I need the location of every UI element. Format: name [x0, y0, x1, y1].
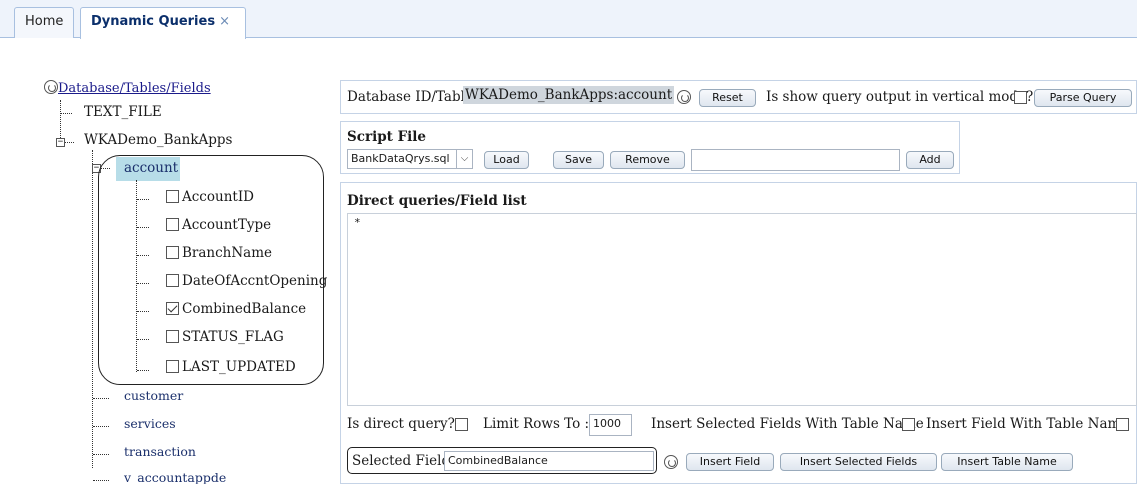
insert-selected-with-table-checkbox[interactable]	[902, 418, 915, 431]
tab-home-label: Home	[25, 14, 64, 29]
direct-query-label: Is direct query?	[347, 416, 455, 432]
field-item[interactable]: CombinedBalance	[166, 301, 306, 317]
tree-node-database[interactable]: WKADemo_BankApps	[84, 132, 232, 148]
vertical-mode-label: Is show query output in vertical mode?	[766, 89, 1034, 105]
save-button[interactable]: Save	[553, 151, 604, 169]
limit-rows-input[interactable]: 1000	[589, 414, 632, 436]
load-button[interactable]: Load	[484, 151, 529, 169]
field-label: STATUS_FLAG	[182, 329, 284, 345]
tree-connector	[60, 100, 61, 142]
tree-connector	[64, 142, 74, 143]
tree-connector	[60, 113, 72, 114]
insert-selected-fields-button[interactable]: Insert Selected Fields	[780, 453, 937, 471]
limit-rows-label: Limit Rows To :	[483, 416, 590, 432]
tree-connector	[137, 370, 149, 371]
field-label: DateOfAccntOpening	[182, 273, 328, 289]
close-icon[interactable]: ×	[219, 14, 230, 29]
field-item[interactable]: AccountType	[166, 217, 271, 233]
tab-dynamic-queries[interactable]: Dynamic Queries ×	[80, 7, 246, 39]
insert-field-with-table-label: Insert Field With Table Name	[926, 416, 1129, 432]
tab-dynamic-queries-label: Dynamic Queries	[91, 14, 216, 29]
tree-node-text-file[interactable]: TEXT_FILE	[84, 104, 162, 120]
insert-table-name-button[interactable]: Insert Table Name	[941, 453, 1073, 471]
script-file-value: BankDataQrys.sql	[351, 152, 450, 165]
direct-queries-title: Direct queries/Field list	[347, 193, 527, 209]
reset-button[interactable]: Reset	[699, 89, 756, 107]
db-table-label: Database ID/Table:	[347, 89, 478, 105]
insert-selected-with-table-label: Insert Selected Fields With Table Name	[651, 416, 924, 432]
field-checkbox[interactable]	[166, 274, 179, 287]
tree-connector	[137, 199, 149, 200]
field-checkbox[interactable]	[166, 246, 179, 259]
field-label: LAST_UPDATED	[182, 359, 296, 375]
db-table-value: WKADemo_BankApps:account	[463, 86, 675, 104]
tree-connector	[137, 339, 149, 340]
chevron-down-icon[interactable]: ⌵	[456, 150, 472, 168]
direct-query-checkbox[interactable]	[455, 418, 468, 431]
vertical-mode-checkbox[interactable]	[1014, 91, 1027, 104]
insert-field-button[interactable]: Insert Field	[686, 453, 774, 471]
collapse-icon[interactable]: −	[56, 138, 65, 147]
refresh-icon[interactable]	[677, 90, 691, 104]
field-checkbox[interactable]	[166, 190, 179, 203]
field-item[interactable]: STATUS_FLAG	[166, 329, 284, 345]
tree-connector	[136, 180, 137, 372]
field-label: AccountID	[182, 189, 254, 205]
tree-connector	[137, 311, 149, 312]
query-textarea[interactable]: *	[347, 213, 1137, 406]
field-item[interactable]: AccountID	[166, 189, 254, 205]
field-checkbox[interactable]	[166, 360, 179, 373]
script-name-input[interactable]	[691, 149, 900, 171]
tree-connector	[137, 283, 149, 284]
db-table-value-text: WKADemo_BankApps:account	[463, 86, 675, 104]
add-button[interactable]: Add	[906, 151, 954, 169]
parse-query-button[interactable]: Parse Query	[1034, 89, 1132, 107]
tree-node-v-account[interactable]: v_accountappde	[124, 470, 226, 484]
tree-connector	[92, 150, 93, 468]
field-label: BranchName	[182, 245, 273, 261]
tree-connector	[137, 255, 149, 256]
selected-field-input[interactable]: CombinedBalance	[444, 451, 654, 471]
field-item[interactable]: DateOfAccntOpening	[166, 273, 327, 289]
field-label: AccountType	[182, 217, 272, 233]
field-label: CombinedBalance	[182, 301, 307, 317]
tree-node-services[interactable]: services	[124, 416, 176, 431]
refresh-icon[interactable]	[664, 455, 678, 469]
field-item[interactable]: LAST_UPDATED	[166, 359, 296, 375]
script-file-select[interactable]: BankDataQrys.sql ⌵	[347, 149, 473, 169]
tree-node-transaction[interactable]: transaction	[124, 444, 196, 459]
field-checkbox[interactable]	[166, 302, 179, 315]
query-text: *	[354, 216, 361, 229]
tree-connector	[137, 227, 149, 228]
field-checkbox[interactable]	[166, 218, 179, 231]
tree-node-customer[interactable]: customer	[124, 388, 183, 403]
tree-root[interactable]: Database/Tables/Fields	[44, 80, 211, 96]
tree-connector	[93, 480, 109, 481]
script-file-title: Script File	[347, 129, 427, 145]
tree-connector	[93, 398, 109, 399]
tree-root-link[interactable]: Database/Tables/Fields	[58, 81, 211, 96]
field-item[interactable]: BranchName	[166, 245, 272, 261]
refresh-icon[interactable]	[44, 80, 58, 94]
selected-field-label: Selected Field:	[352, 453, 455, 469]
remove-button[interactable]: Remove	[610, 151, 685, 169]
field-checkbox[interactable]	[166, 330, 179, 343]
tab-home[interactable]: Home	[14, 7, 74, 38]
tree-connector	[93, 426, 109, 427]
insert-field-with-table-checkbox[interactable]	[1116, 418, 1129, 431]
tab-bar: Home Dynamic Queries ×	[0, 0, 1137, 39]
tree-connector	[93, 454, 109, 455]
